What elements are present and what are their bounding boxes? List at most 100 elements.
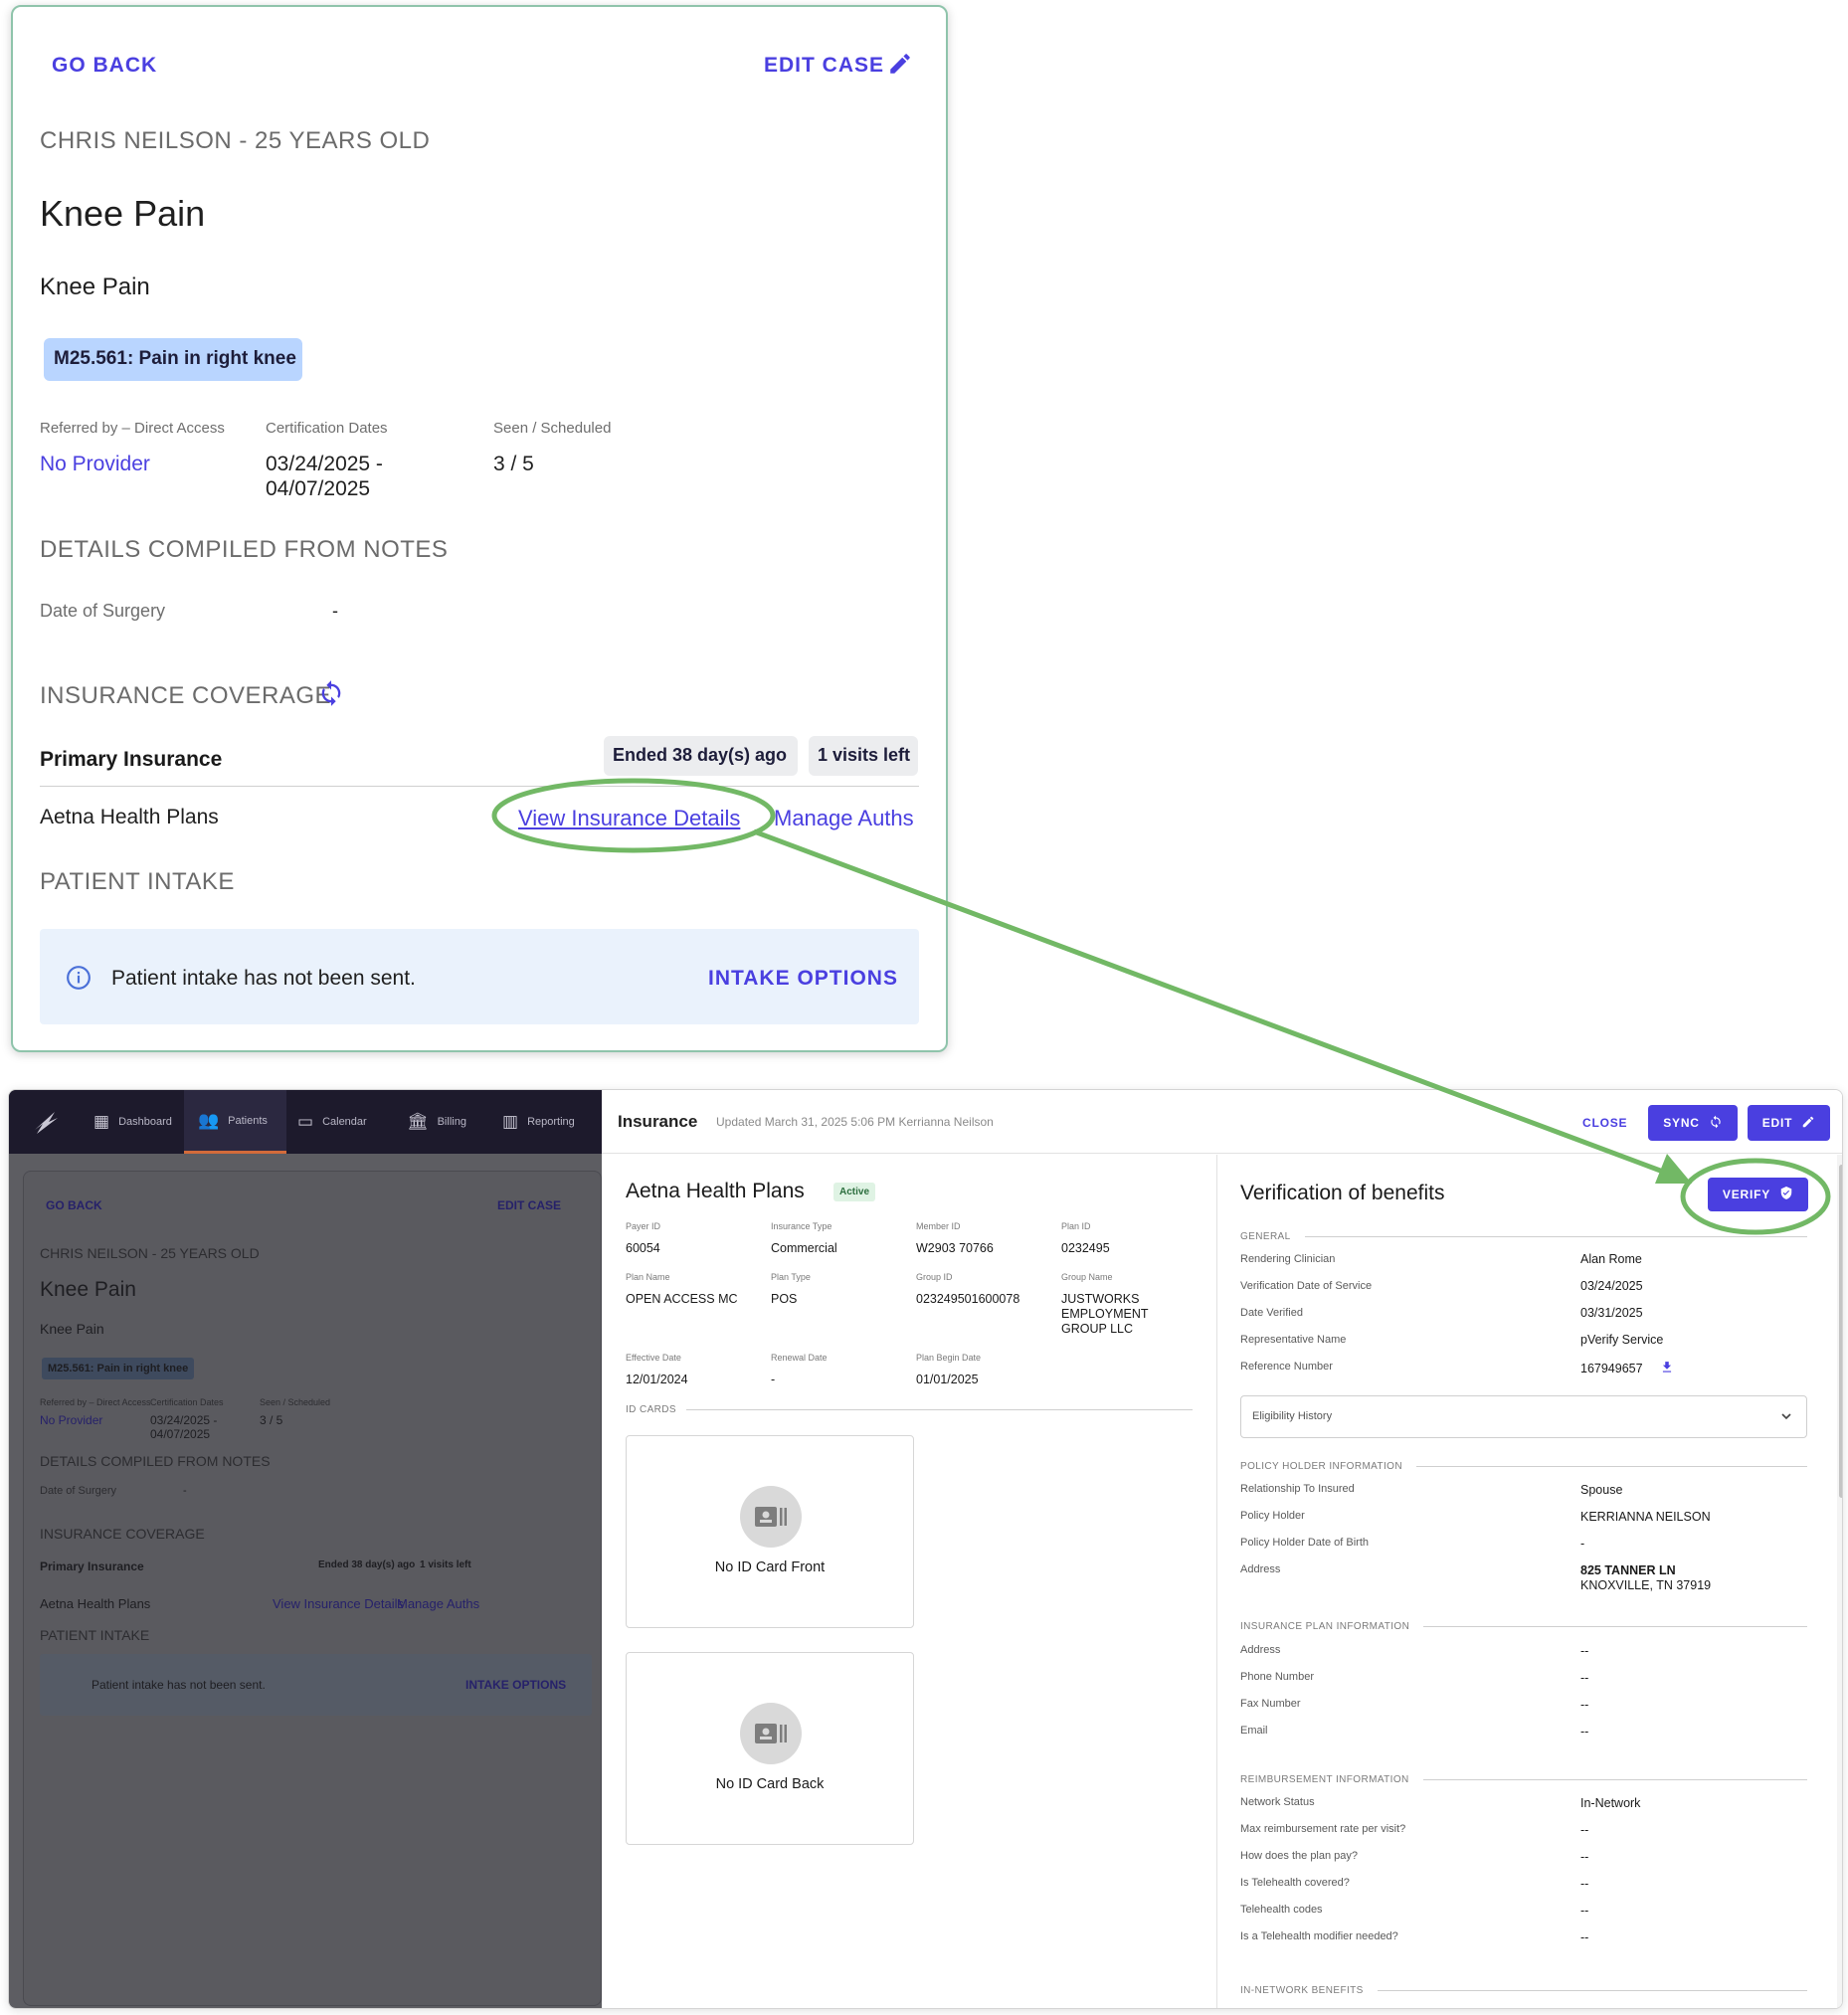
section-label: GENERAL xyxy=(1240,1231,1291,1242)
referred-provider-link[interactable]: No Provider xyxy=(40,1413,102,1427)
pencil-icon[interactable] xyxy=(887,51,913,82)
verify-button[interactable]: VERIFY xyxy=(1708,1178,1808,1211)
intake-options-button[interactable]: INTAKE OPTIONS xyxy=(465,1678,566,1692)
primary-insurance-label: Primary Insurance xyxy=(40,1559,144,1573)
policy-address-line: KNOXVILLE, TN 37919 xyxy=(1580,1578,1712,1592)
details-heading: DETAILS COMPILED FROM NOTES xyxy=(40,536,449,563)
reimbursement-section-header: REIMBURSEMENT INFORMATION xyxy=(1240,1774,1807,1785)
edit-case-link[interactable]: EDIT CASE xyxy=(497,1198,561,1212)
payer-id-label: Payer ID xyxy=(626,1221,661,1231)
verification-date-value: 03/24/2025 xyxy=(1580,1279,1643,1293)
group-id-value: 023249501600078 xyxy=(916,1292,1020,1306)
nav-label: Patients xyxy=(228,1114,268,1127)
download-icon[interactable] xyxy=(1660,1360,1674,1380)
cert-dates-start: 03/24/2025 - xyxy=(150,1413,218,1427)
dashboard-icon: ▦ xyxy=(93,1112,110,1131)
group-id-label: Group ID xyxy=(916,1272,953,1282)
cert-dates-end: 04/07/2025 xyxy=(150,1427,211,1441)
id-card-icon xyxy=(740,1486,802,1548)
section-label: INSURANCE PLAN INFORMATION xyxy=(1240,1621,1410,1632)
verify-button-label: VERIFY xyxy=(1722,1188,1771,1201)
group-name-value-line: JUSTWORKS xyxy=(1061,1292,1140,1306)
intake-alert: Patient intake has not been sent. INTAKE… xyxy=(40,1654,592,1716)
surgery-label: Date of Surgery xyxy=(40,601,166,621)
email-value: -- xyxy=(1580,1725,1589,1739)
view-insurance-details-link[interactable]: View Insurance Details xyxy=(273,1596,404,1611)
section-label: POLICY HOLDER INFORMATION xyxy=(1240,1461,1402,1472)
id-card-back-slot[interactable]: No ID Card Back xyxy=(626,1652,914,1845)
top-navigation: ▦ Dashboard 👥 Patients ▭ Calendar 🏛 Billing … xyxy=(9,1090,602,1154)
view-insurance-details-link[interactable]: View Insurance Details xyxy=(518,806,740,831)
sync-button[interactable]: SYNC xyxy=(1648,1105,1738,1141)
insurance-type-value: Commercial xyxy=(771,1241,837,1255)
case-title: Knee Pain xyxy=(40,1278,136,1301)
nav-dashboard[interactable]: ▦ Dashboard xyxy=(84,1090,183,1154)
plan-name-heading: Aetna Health Plans xyxy=(626,1180,805,1202)
referred-label: Referred by – Direct Access xyxy=(40,420,225,437)
policy-holder-value: KERRIANNA NEILSON xyxy=(1580,1510,1711,1524)
ended-chip: Ended 38 day(s) ago xyxy=(604,736,798,776)
group-name-label: Group Name xyxy=(1061,1272,1113,1282)
general-section-header: GENERAL xyxy=(1240,1231,1807,1242)
divider xyxy=(1422,1779,1807,1780)
seen-scheduled-value: 3 / 5 xyxy=(260,1413,283,1427)
coverage-heading: INSURANCE COVERAGE xyxy=(40,682,332,709)
manage-auths-link[interactable]: Manage Auths xyxy=(397,1596,479,1611)
member-id-label: Member ID xyxy=(916,1221,961,1231)
nav-calendar[interactable]: ▭ Calendar xyxy=(297,1090,393,1154)
intake-options-button[interactable]: INTAKE OPTIONS xyxy=(708,967,898,991)
divider xyxy=(1415,1466,1807,1467)
diagnosis-chip: M25.561: Pain in right knee xyxy=(42,1358,195,1379)
max-rate-value: -- xyxy=(1580,1823,1589,1837)
nav-label: Calendar xyxy=(322,1116,367,1128)
scrollbar-thumb[interactable] xyxy=(1839,1165,1842,1498)
policy-holder-section-header: POLICY HOLDER INFORMATION xyxy=(1240,1461,1807,1472)
nav-reporting[interactable]: ▥ Reporting xyxy=(502,1090,598,1154)
plan-id-value: 0232495 xyxy=(1061,1241,1110,1255)
nav-billing[interactable]: 🏛 Billing xyxy=(407,1090,486,1154)
edit-case-link[interactable]: EDIT CASE xyxy=(764,54,884,78)
billing-icon: 🏛 xyxy=(407,1112,429,1131)
plan-pay-label: How does the plan pay? xyxy=(1240,1850,1359,1862)
surgery-value: - xyxy=(332,601,338,621)
app-logo-icon xyxy=(31,1108,61,1141)
effective-date-value: 12/01/2024 xyxy=(626,1373,688,1386)
telehealth-codes-value: -- xyxy=(1580,1904,1589,1918)
plan-address-value: -- xyxy=(1580,1644,1589,1658)
id-cards-section-header: ID CARDS xyxy=(626,1404,1193,1415)
nav-label: Billing xyxy=(437,1116,466,1128)
reference-number-value: 167949657 xyxy=(1580,1362,1643,1375)
referred-provider-link[interactable]: No Provider xyxy=(40,453,150,476)
scrollbar[interactable] xyxy=(1837,1155,1842,2008)
relationship-label: Relationship To Insured xyxy=(1240,1483,1355,1495)
telehealth-modifier-value: -- xyxy=(1580,1930,1589,1944)
sync-icon[interactable] xyxy=(317,679,345,712)
eligibility-history-dropdown[interactable]: Eligibility History xyxy=(1240,1395,1807,1438)
representative-name-value: pVerify Service xyxy=(1580,1333,1664,1347)
nav-patients[interactable]: 👥 Patients xyxy=(184,1090,286,1154)
edit-button[interactable]: EDIT xyxy=(1748,1105,1830,1141)
telehealth-modifier-label: Is a Telehealth modifier needed? xyxy=(1240,1930,1398,1942)
cert-dates-label: Certification Dates xyxy=(266,420,388,437)
insurance-type-label: Insurance Type xyxy=(771,1221,832,1231)
id-card-front-slot[interactable]: No ID Card Front xyxy=(626,1435,914,1628)
diagnosis-chip: M25.561: Pain in right knee xyxy=(44,338,302,381)
patient-intake-heading: PATIENT INTAKE xyxy=(40,1627,150,1643)
go-back-link[interactable]: GO BACK xyxy=(46,1198,102,1212)
seen-scheduled-label: Seen / Scheduled xyxy=(260,1397,331,1407)
reporting-icon: ▥ xyxy=(502,1112,519,1131)
patients-icon: 👥 xyxy=(198,1110,220,1130)
sync-button-label: SYNC xyxy=(1663,1116,1700,1130)
member-id-value: W2903 70766 xyxy=(916,1241,994,1255)
section-label: REIMBURSEMENT INFORMATION xyxy=(1240,1774,1409,1785)
go-back-link[interactable]: GO BACK xyxy=(52,54,157,78)
manage-auths-link[interactable]: Manage Auths xyxy=(774,806,914,831)
status-badge: Active xyxy=(833,1183,876,1201)
representative-name-label: Representative Name xyxy=(1240,1334,1347,1346)
nav-label: Reporting xyxy=(527,1116,575,1128)
chevron-down-icon xyxy=(1778,1408,1794,1429)
close-button[interactable]: CLOSE xyxy=(1582,1116,1627,1130)
drawer-title: Insurance xyxy=(618,1112,698,1131)
case-card-dimmed: GO BACK EDIT CASE CHRIS NEILSON - 25 YEA… xyxy=(23,1171,602,2006)
fax-number-value: -- xyxy=(1580,1698,1589,1712)
